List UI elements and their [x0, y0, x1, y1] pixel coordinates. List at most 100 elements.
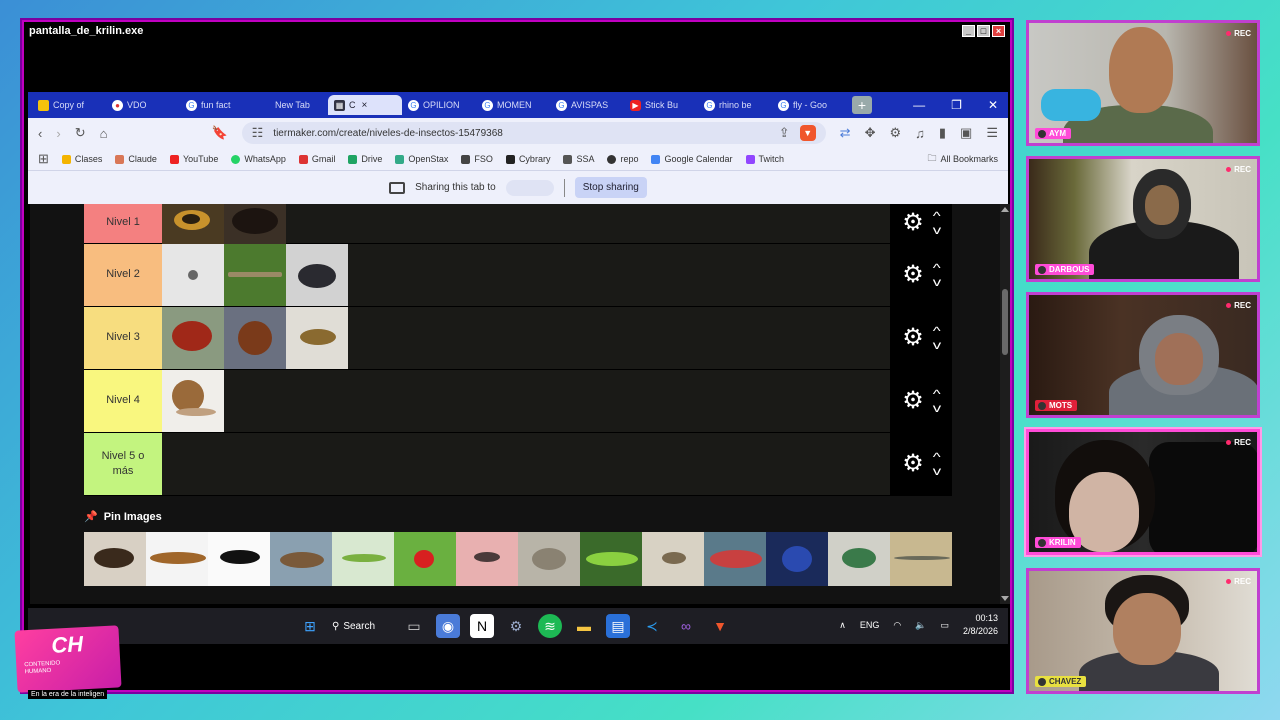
gear-icon[interactable]: ⚙ [902, 452, 924, 476]
close-button[interactable]: × [992, 25, 1005, 37]
tab-stick-bug[interactable]: ▶ Stick Bu [624, 95, 698, 115]
pool-image-green-fly[interactable] [828, 532, 890, 586]
chevron-up-icon[interactable]: ^ [933, 262, 941, 274]
gear-icon[interactable]: ⚙ [902, 389, 924, 413]
insect-image-beetle[interactable] [224, 204, 286, 244]
pool-image-mantis[interactable] [332, 532, 394, 586]
bookmark-openstax[interactable]: OpenStax [395, 154, 448, 164]
chevron-up-icon[interactable]: ^ [933, 451, 941, 463]
gear-icon[interactable]: ⚙ [902, 210, 924, 235]
brave-shield-icon[interactable]: ▼ [799, 125, 816, 141]
insect-image-spider[interactable] [162, 244, 224, 306]
insect-image-snail[interactable] [162, 370, 224, 432]
restore-icon[interactable]: ❐ [951, 98, 962, 112]
url-text[interactable]: tiermaker.com/create/niveles-de-insectos… [273, 128, 768, 139]
tier-items[interactable] [162, 244, 890, 306]
new-tab-button[interactable]: + [852, 96, 872, 114]
battery-icon[interactable]: ▭ [940, 620, 949, 631]
address-bar[interactable]: ☷ tiermaker.com/create/niveles-de-insect… [241, 122, 826, 144]
all-bookmarks[interactable]: 🗀 All Bookmarks [927, 151, 998, 167]
tab-vdo[interactable]: ● VDO [106, 95, 180, 115]
task-view-icon[interactable]: ▭ [402, 614, 426, 638]
gear-icon[interactable]: ⚙ [902, 326, 924, 350]
taskbar-search[interactable]: ⚲ Search [332, 621, 392, 632]
pool-image-caterpillar[interactable] [580, 532, 642, 586]
chevron-down-icon[interactable]: v [933, 276, 941, 288]
app-icon[interactable]: ◉ [436, 614, 460, 638]
gear-icon[interactable]: ⚙ [902, 263, 924, 287]
notion-icon[interactable]: N [470, 614, 494, 638]
insect-image-bee[interactable] [162, 204, 224, 244]
pool-image-mosquito[interactable] [456, 532, 518, 586]
pool-image-cricket[interactable] [270, 532, 332, 586]
bookmark-drive[interactable]: Drive [348, 154, 382, 164]
chevron-up-icon[interactable]: ^ [933, 210, 941, 222]
scroll-up-icon[interactable] [1001, 207, 1009, 212]
forward-icon[interactable]: › [56, 126, 60, 141]
spotify-icon[interactable]: ≋ [538, 614, 562, 638]
file-explorer-icon[interactable]: ▬ [572, 614, 596, 638]
insect-image-fly[interactable] [286, 244, 348, 306]
tab-fun-fact[interactable]: Gfun fact [180, 95, 254, 115]
bookmark-clases[interactable]: Clases [61, 154, 102, 164]
vscode-icon[interactable]: ≺ [640, 614, 664, 638]
pool-image-moth-brown[interactable] [642, 532, 704, 586]
insect-image-scorpion[interactable] [286, 307, 348, 369]
tab-rhino-beetle[interactable]: Grhino be [698, 95, 772, 115]
apps-grid-icon[interactable]: ⊞ [38, 151, 49, 167]
scroll-down-icon[interactable] [1001, 596, 1009, 601]
bookmark-repo[interactable]: repo [607, 154, 638, 164]
language-indicator[interactable]: ENG [860, 620, 880, 630]
tier-items[interactable] [162, 433, 890, 495]
tier-items[interactable] [162, 204, 890, 244]
bookmark-fso[interactable]: FSO [461, 154, 493, 164]
sidebar-icon[interactable]: ▮ [939, 125, 946, 141]
tier-label[interactable]: Nivel 5 o más [84, 433, 162, 495]
bookmark-whatsapp[interactable]: WhatsApp [231, 154, 286, 164]
wallet-icon[interactable]: ▣ [960, 125, 972, 141]
translate-icon[interactable]: ⇄ [840, 125, 851, 141]
tier-label[interactable]: Nivel 2 [84, 244, 162, 306]
bookmark-cybrary[interactable]: Cybrary [505, 154, 550, 164]
stop-sharing-button[interactable]: Stop sharing [574, 177, 647, 198]
pool-image-ant[interactable] [208, 532, 270, 586]
brave-icon[interactable]: ▼ [708, 614, 732, 638]
tier-label[interactable]: Nivel 1 [84, 204, 162, 243]
reload-icon[interactable]: ↻ [75, 125, 86, 141]
insect-image-ant[interactable] [162, 307, 224, 369]
chevron-up-icon[interactable]: ^ [933, 388, 941, 400]
bookmark-ssa[interactable]: SSA [563, 154, 594, 164]
site-info-icon[interactable]: ☷ [252, 125, 264, 141]
pool-image-dragonfly[interactable] [890, 532, 952, 586]
chevron-down-icon[interactable]: v [933, 339, 941, 351]
steam-icon[interactable]: ⚙ [504, 614, 528, 638]
pool-image-ladybug[interactable] [394, 532, 456, 586]
menu-icon[interactable]: ☰ [986, 125, 998, 141]
tab-avispas[interactable]: G AVISPAS [550, 95, 624, 115]
pool-image-moth[interactable] [518, 532, 580, 586]
media-icon[interactable]: ♫ [915, 126, 925, 141]
bookmark-youtube[interactable]: YouTube [169, 154, 218, 164]
close-icon[interactable]: ✕ [988, 98, 998, 112]
insect-image-stick-bug[interactable] [224, 244, 286, 306]
tab-new-tab[interactable]: New Tab [254, 95, 328, 115]
chevron-up-icon[interactable]: ^ [933, 325, 941, 337]
tray-chevron-icon[interactable]: ∧ [839, 620, 846, 631]
tab-copy-of[interactable]: Copy of [32, 95, 106, 115]
bookmark-icon[interactable]: 🔖 [211, 125, 227, 141]
bookmark-claude[interactable]: Claude [115, 154, 157, 164]
bookmark-twitch[interactable]: Twitch [745, 154, 784, 164]
wifi-icon[interactable]: ◠ [893, 620, 901, 631]
tab-fly[interactable]: Gfly - Goo [772, 95, 846, 115]
puzzle-icon[interactable]: ⚙ [889, 125, 901, 141]
tier-label[interactable]: Nivel 4 [84, 370, 162, 432]
scroll-thumb[interactable] [1002, 289, 1008, 355]
share-icon[interactable]: ⇪ [779, 125, 790, 141]
minimize-icon[interactable]: — [913, 98, 925, 112]
chevron-down-icon[interactable]: v [933, 402, 941, 414]
back-icon[interactable]: ‹ [38, 126, 42, 141]
maximize-button[interactable]: □ [977, 25, 990, 37]
visual-studio-icon[interactable]: ∞ [674, 614, 698, 638]
tier-items[interactable] [162, 370, 890, 432]
tab-active[interactable]: ▦ C × [328, 95, 402, 115]
